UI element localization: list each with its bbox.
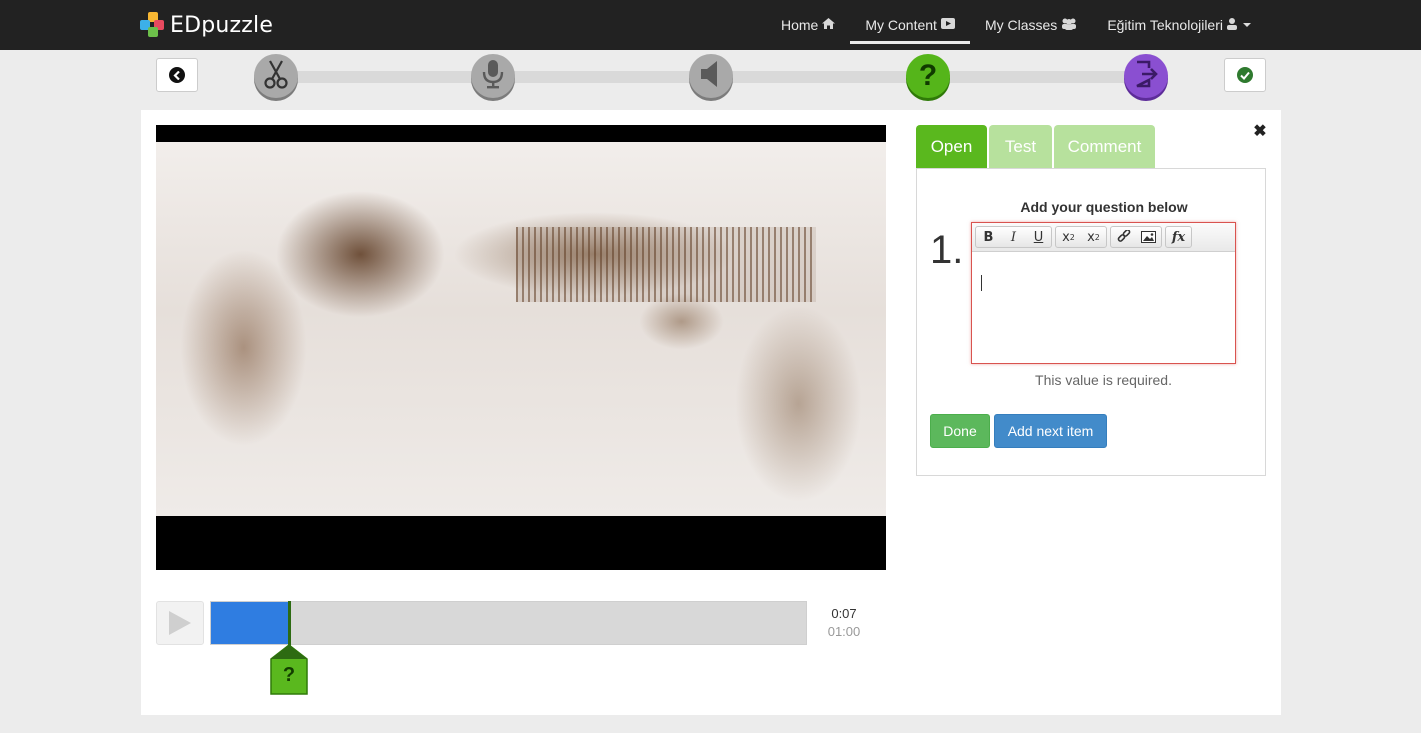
tab-test[interactable]: Test	[989, 125, 1052, 169]
brand-name: EDpuzzle	[170, 12, 274, 38]
video-timeline[interactable]	[210, 601, 807, 645]
check-icon	[1237, 67, 1253, 83]
video-scene-detail	[516, 227, 816, 302]
nav-home-label: Home	[781, 17, 819, 33]
video-player[interactable]	[156, 125, 886, 570]
superscript-icon[interactable]: x2	[1081, 227, 1106, 247]
nav-user-menu[interactable]: Eğitim Teknolojileri	[1092, 0, 1266, 50]
step-finish[interactable]	[1124, 54, 1168, 98]
editor-toolbar: B I U x2 x2 fx	[972, 223, 1235, 252]
edpuzzle-logo[interactable]: EDpuzzle	[140, 10, 273, 40]
microphone-icon	[482, 59, 504, 94]
validation-message: This value is required.	[1035, 372, 1172, 388]
current-time: 0:07	[831, 606, 857, 621]
step-audio-notes[interactable]	[689, 54, 733, 98]
question-number: 1.	[930, 228, 964, 272]
question-marker[interactable]: ?	[270, 644, 308, 695]
play-button[interactable]	[156, 601, 204, 645]
question-icon: ?	[918, 59, 938, 92]
italic-icon[interactable]: I	[1001, 227, 1026, 247]
finish-button[interactable]	[1224, 58, 1266, 92]
add-next-item-button[interactable]: Add next item	[994, 414, 1107, 448]
nav-user-label: Eğitim Teknolojileri	[1107, 17, 1223, 33]
chevron-left-icon	[169, 67, 185, 83]
speaker-icon	[699, 60, 723, 93]
step-voiceover[interactable]	[471, 54, 515, 98]
total-time: 01:00	[827, 624, 861, 639]
nav-my-classes-label: My Classes	[984, 17, 1058, 33]
nav-home[interactable]: Home	[766, 0, 850, 50]
top-navbar: EDpuzzle Home My Content My Classes Eğit…	[0, 0, 1421, 50]
exit-door-icon	[1134, 60, 1158, 93]
underline-icon[interactable]: U	[1026, 227, 1051, 247]
done-button[interactable]: Done	[930, 414, 990, 448]
tab-comment[interactable]: Comment	[1054, 125, 1155, 169]
subscript-icon[interactable]: x2	[1056, 227, 1081, 247]
chevron-down-icon	[1243, 23, 1251, 27]
tab-open[interactable]: Open	[916, 125, 987, 169]
close-icon[interactable]: ✖	[1252, 124, 1268, 140]
question-marker-label: ?	[282, 664, 296, 686]
puzzle-logo-icon	[140, 12, 166, 38]
bold-icon[interactable]: B	[976, 227, 1001, 247]
formula-icon[interactable]: fx	[1166, 227, 1191, 247]
nav-my-classes[interactable]: My Classes	[970, 0, 1092, 50]
step-quiz[interactable]: ?	[906, 54, 950, 98]
video-frame	[156, 142, 886, 516]
question-marker-line	[288, 601, 291, 651]
question-rich-text-editor: B I U x2 x2 fx	[971, 222, 1236, 364]
nav-my-content-label: My Content	[865, 17, 937, 33]
nav-links: Home My Content My Classes Eğitim Teknol…	[766, 0, 1266, 50]
back-button[interactable]	[156, 58, 198, 92]
format-group: B I U	[975, 226, 1052, 248]
user-icon	[1227, 17, 1237, 33]
step-cut[interactable]	[254, 54, 298, 98]
insert-group	[1110, 226, 1162, 248]
nav-my-content[interactable]: My Content	[850, 0, 970, 50]
question-text-input[interactable]	[972, 252, 1235, 363]
text-cursor	[981, 275, 982, 291]
users-icon	[1061, 18, 1077, 33]
scissors-icon	[263, 59, 289, 94]
play-icon	[169, 611, 191, 635]
link-icon[interactable]	[1111, 227, 1136, 247]
image-icon[interactable]	[1136, 227, 1161, 247]
formula-group: fx	[1165, 226, 1192, 248]
script-group: x2 x2	[1055, 226, 1107, 248]
timeline-progress	[211, 602, 292, 644]
video-icon	[940, 18, 955, 32]
home-icon	[822, 18, 836, 32]
question-heading: Add your question below	[1020, 199, 1188, 215]
